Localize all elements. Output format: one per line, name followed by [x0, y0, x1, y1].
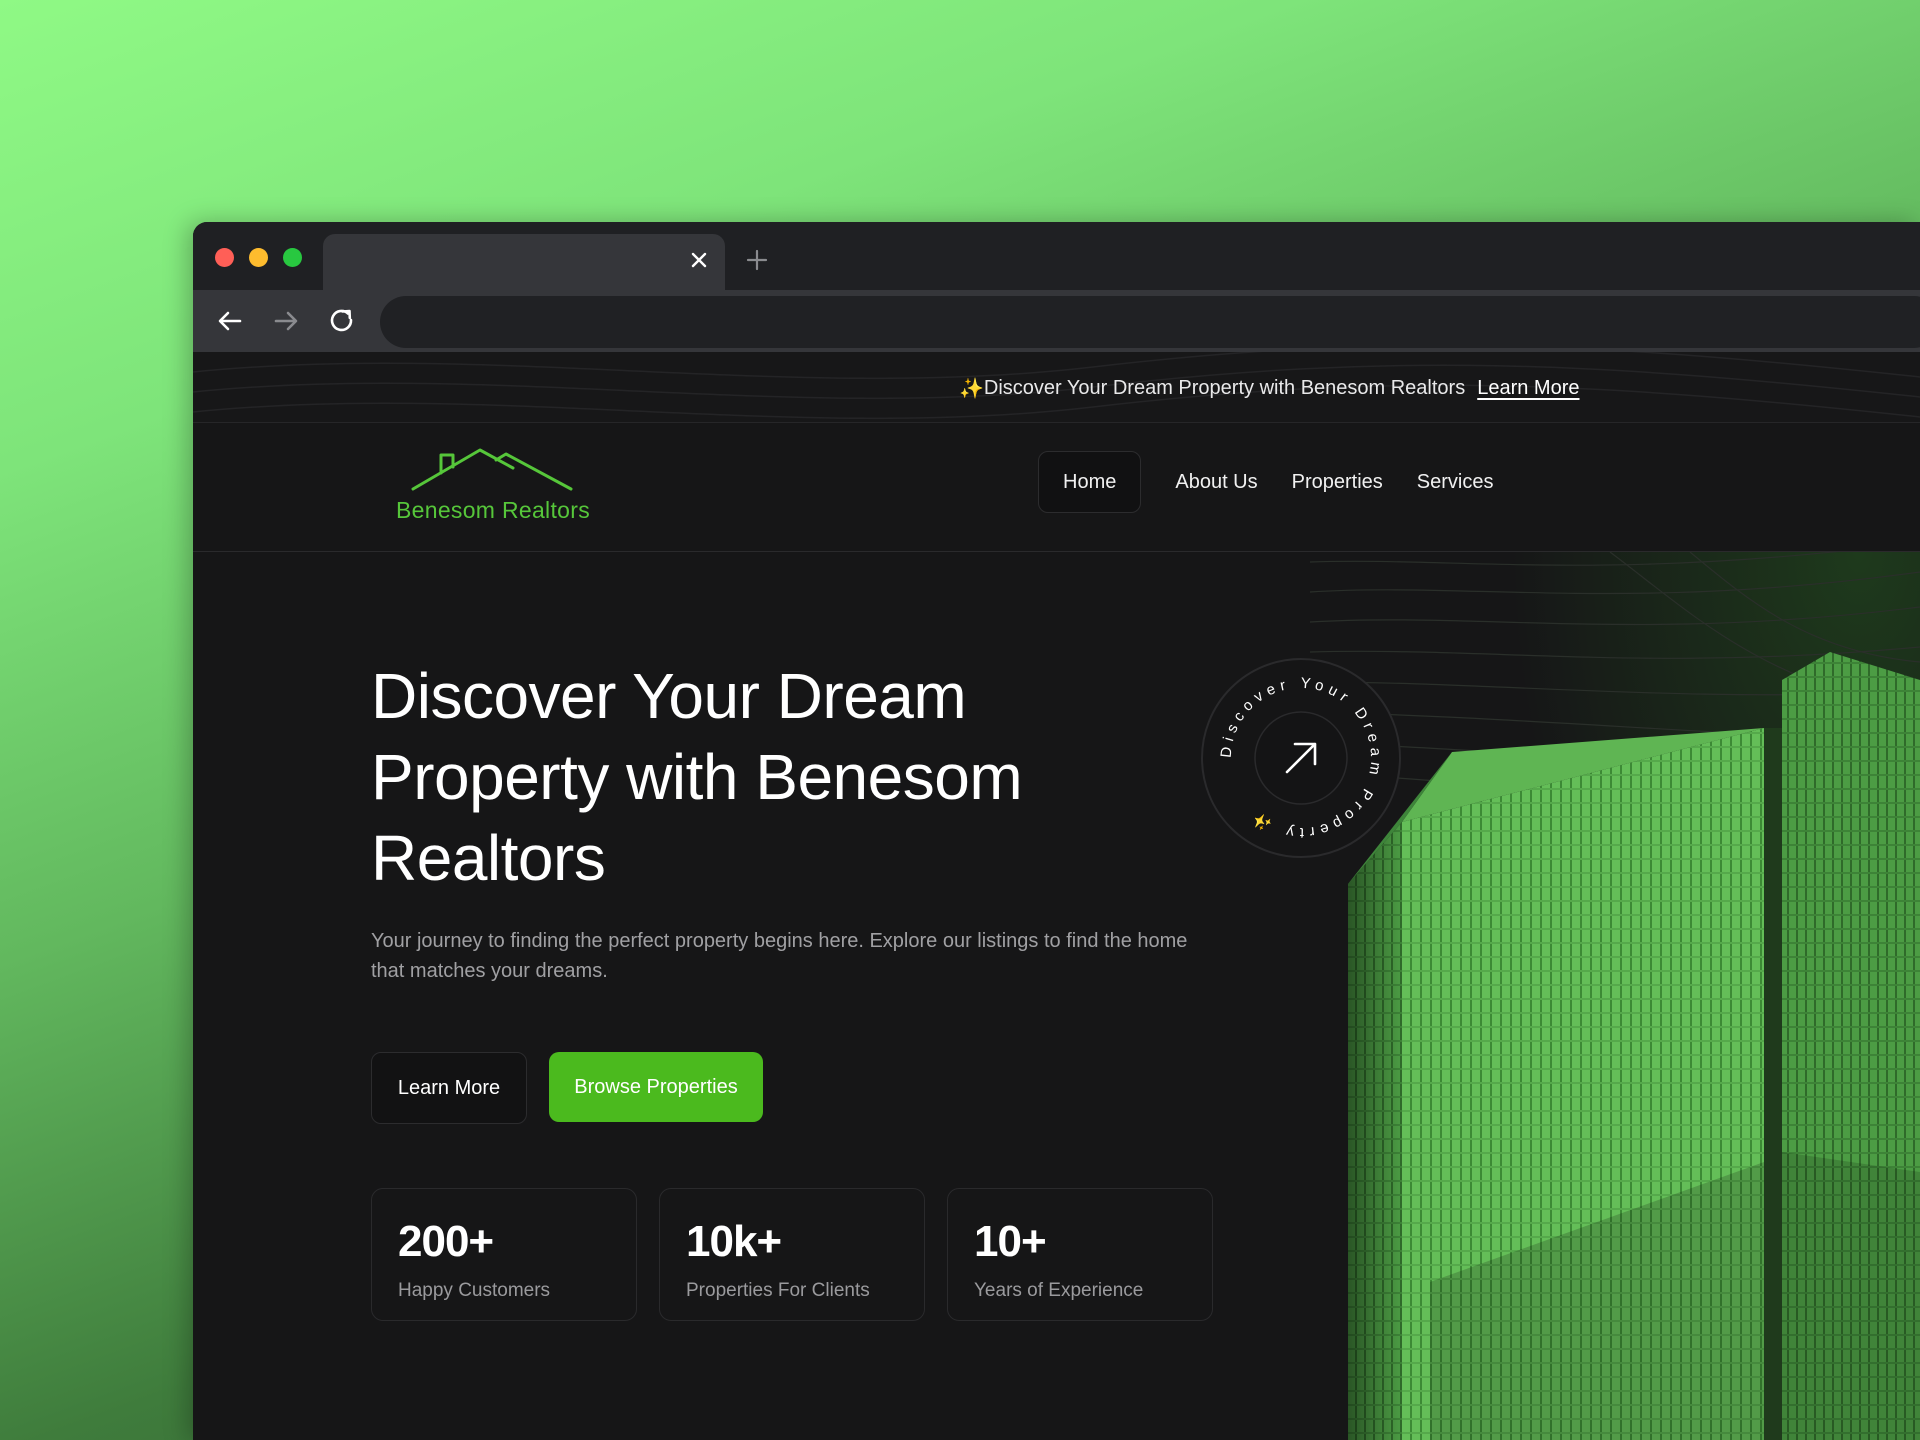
browser-tab[interactable] [323, 234, 725, 290]
announcement-learn-more-link[interactable]: Learn More [1477, 377, 1579, 400]
learn-more-button[interactable]: Learn More [371, 1052, 527, 1124]
hero-subtitle-line-2: that matches your dreams. [371, 960, 608, 982]
site-header: Benesom Realtors Home About Us Propertie… [193, 423, 1920, 552]
stat-card: 10k+ Properties For Clients [659, 1188, 925, 1321]
hero-image [1310, 552, 1920, 1440]
main-nav: Home About Us Properties Services [1038, 451, 1510, 513]
stat-label: Happy Customers [398, 1280, 551, 1301]
building-illustration [1348, 652, 1920, 1440]
stat-value: 10+ [974, 1217, 1047, 1266]
announcement-bar: ✨ Discover Your Dream Property with Bene… [193, 352, 1920, 423]
browse-properties-button[interactable]: Browse Properties [549, 1052, 763, 1122]
site-logo[interactable]: Benesom Realtors [393, 445, 608, 525]
logo-text: Benesom Realtors [396, 497, 590, 523]
stat-label: Years of Experience [974, 1280, 1144, 1301]
browser-window: ✨ Discover Your Dream Property with Bene… [193, 222, 1920, 1440]
stats-row: 200+ Happy Customers 10k+ Properties For… [371, 1188, 1213, 1321]
close-window-button[interactable] [215, 248, 234, 267]
close-icon[interactable] [687, 248, 711, 272]
stat-label: Properties For Clients [686, 1280, 870, 1301]
sparkle-icon: ✨ [959, 377, 984, 400]
maximize-window-button[interactable] [283, 248, 302, 267]
hero-title-line-2: Property with Benesom [371, 741, 1023, 813]
stat-card: 10+ Years of Experience [947, 1188, 1213, 1321]
web-page: ✨ Discover Your Dream Property with Bene… [193, 352, 1920, 1440]
nav-properties[interactable]: Properties [1275, 452, 1400, 512]
discover-circular-badge[interactable]: Discover Your Dream Property ✨ [1201, 658, 1401, 858]
arrow-up-right-icon [1285, 742, 1317, 774]
reload-icon[interactable] [327, 306, 357, 336]
hero-subtitle-line-1: Your journey to finding the perfect prop… [371, 930, 1188, 952]
stat-value: 200+ [398, 1217, 494, 1266]
hero-section: Discover Your Dream Property with Beneso… [193, 552, 1310, 1440]
stat-value: 10k+ [686, 1217, 782, 1266]
nav-services[interactable]: Services [1400, 452, 1511, 512]
address-bar[interactable] [380, 296, 1920, 348]
stat-card: 200+ Happy Customers [371, 1188, 637, 1321]
hero-title-line-3: Realtors [371, 822, 606, 894]
minimize-window-button[interactable] [249, 248, 268, 267]
arrow-left-icon[interactable] [215, 306, 245, 336]
nav-about-us[interactable]: About Us [1158, 452, 1274, 512]
plus-icon[interactable] [745, 248, 769, 272]
browser-toolbar [193, 290, 1920, 352]
announcement-text: Discover Your Dream Property with Beneso… [983, 376, 1466, 399]
nav-home[interactable]: Home [1038, 451, 1142, 513]
hero-subtitle: Your journey to finding the perfect prop… [371, 926, 1211, 986]
hero-title: Discover Your Dream Property with Beneso… [371, 656, 1131, 899]
hero-title-line-1: Discover Your Dream [371, 660, 967, 732]
house-roof-icon [411, 448, 573, 491]
arrow-right-icon[interactable] [271, 306, 301, 336]
tab-bar [193, 222, 1920, 290]
